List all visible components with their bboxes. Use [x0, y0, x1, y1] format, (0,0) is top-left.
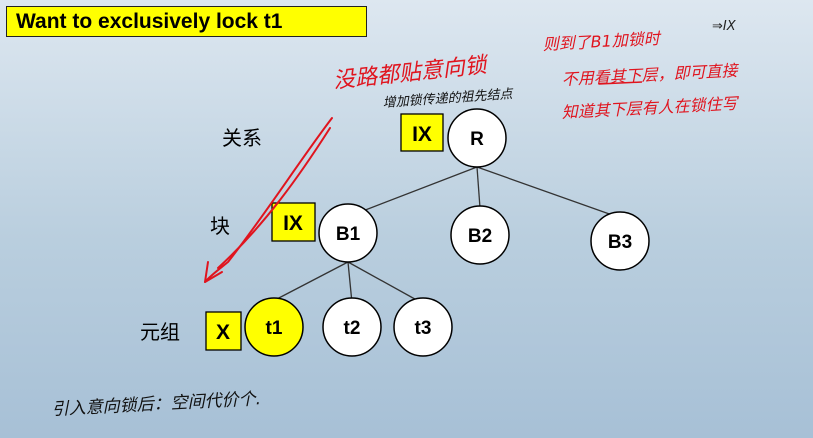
node-b2-label: B2 [468, 226, 492, 247]
node-t3-label: t3 [415, 318, 432, 339]
red-note-line-1: 则到了B1加锁时 [542, 29, 662, 54]
node-t2: t2 [322, 297, 382, 357]
edge-b1-t2 [347, 261, 353, 304]
node-root-label: R [470, 129, 484, 150]
red-note-mark: ⇒IX [712, 19, 737, 34]
node-t1: t1 [244, 297, 304, 357]
node-b2: B2 [450, 205, 510, 265]
lock-badge-t1-label: X [216, 321, 230, 344]
lock-badge-root-label: IX [412, 123, 432, 146]
edge-r-b3 [476, 166, 616, 217]
node-t2-label: t2 [344, 318, 361, 339]
lock-badge-root: IX [400, 113, 444, 152]
red-note-line-3: 知道其下层有人在锁住写 [561, 94, 740, 122]
lock-badge-t1: X [205, 311, 242, 351]
level-label-tuple: 元组 [140, 320, 180, 344]
level-label-block: 块 [210, 214, 230, 238]
lock-badge-b1-label: IX [283, 212, 303, 235]
edge-b1-t1 [274, 261, 349, 301]
lock-badge-b1: IX [271, 202, 316, 242]
black-note-bottom: 引入意向锁后：空间代价个. [51, 389, 261, 420]
node-b3-label: B3 [608, 232, 632, 253]
red-note-top: 没路都贴意向锁 [332, 53, 491, 94]
level-label-relation: 关系 [222, 126, 262, 150]
node-b1-label: B1 [336, 224, 361, 245]
red-note-line-2: 不用看其下层，即可直接 [561, 61, 740, 89]
lock-hierarchy-diagram: R B1 B2 B3 t1 t2 t3 IX IX X 关系 块 元组 没路都贴… [51, 19, 740, 420]
node-b3: B3 [590, 211, 650, 271]
edge-b1-t3 [347, 261, 423, 304]
edge-r-b2 [476, 166, 481, 209]
node-b1: B1 [318, 203, 378, 263]
black-note-top: 增加锁传递的祖先结点 [382, 87, 515, 111]
edge-r-b1 [354, 166, 478, 215]
node-root: R [447, 108, 507, 168]
node-t1-label: t1 [266, 318, 283, 339]
node-t3: t3 [393, 297, 453, 357]
